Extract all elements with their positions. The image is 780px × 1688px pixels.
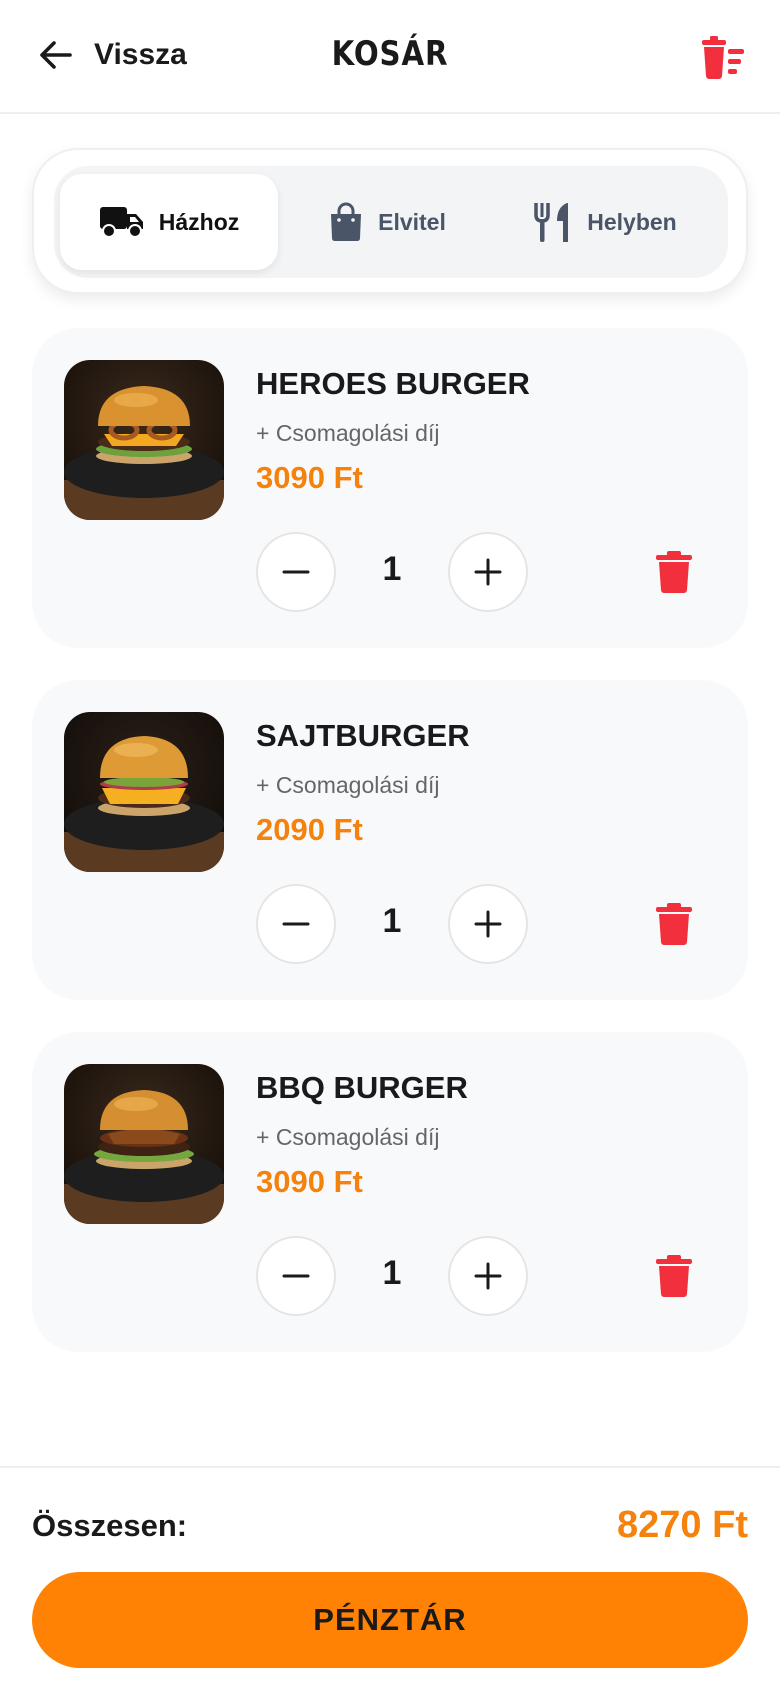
item-packaging-fee: + Csomagolási díj bbox=[256, 420, 440, 446]
order-mode-selector: Házhoz Elvitel Helyben bbox=[32, 148, 748, 294]
item-name: BBQ BURGER bbox=[256, 1070, 468, 1105]
increase-quantity-button[interactable] bbox=[448, 884, 528, 964]
total-value: 8270 Ft bbox=[617, 1504, 748, 1546]
tab-elvitel[interactable]: Elvitel bbox=[278, 174, 496, 270]
truck-icon bbox=[99, 207, 143, 238]
order-mode-track: Házhoz Elvitel Helyben bbox=[54, 166, 728, 278]
decrease-quantity-button[interactable] bbox=[256, 1236, 336, 1316]
utensils-icon bbox=[534, 203, 569, 242]
tab-helyben-label: Helyben bbox=[587, 208, 677, 235]
item-price: 2090 Ft bbox=[256, 812, 363, 847]
page-title: KOSÁR bbox=[331, 34, 449, 74]
minus-icon bbox=[282, 570, 310, 574]
item-packaging-fee: + Csomagolási díj bbox=[256, 772, 440, 798]
plus-icon bbox=[474, 910, 502, 938]
cart-item: HEROES BURGER + Csomagolási díj 3090 Ft … bbox=[32, 328, 748, 648]
product-image bbox=[64, 712, 224, 872]
tab-hazhoz-label: Házhoz bbox=[158, 208, 240, 235]
minus-icon bbox=[282, 1274, 310, 1278]
cart-item-list: HEROES BURGER + Csomagolási díj 3090 Ft … bbox=[32, 328, 748, 1384]
item-packaging-fee: + Csomagolási díj bbox=[256, 1124, 440, 1150]
clear-cart-icon[interactable] bbox=[700, 36, 746, 82]
trash-icon[interactable] bbox=[654, 1254, 694, 1298]
checkout-footer: Összesen: 8270 Ft PÉNZTÁR bbox=[0, 1466, 780, 1688]
increase-quantity-button[interactable] bbox=[448, 532, 528, 612]
item-price: 3090 Ft bbox=[256, 460, 363, 495]
decrease-quantity-button[interactable] bbox=[256, 884, 336, 964]
quantity-value: 1 bbox=[382, 550, 402, 588]
decrease-quantity-button[interactable] bbox=[256, 532, 336, 612]
tab-helyben[interactable]: Helyben bbox=[496, 174, 714, 270]
cart-item: SAJTBURGER + Csomagolási díj 2090 Ft 1 bbox=[32, 680, 748, 1000]
shopping-bag-icon bbox=[331, 202, 362, 241]
total-label: Összesen: bbox=[32, 1508, 188, 1543]
tab-elvitel-label: Elvitel bbox=[378, 208, 446, 235]
trash-icon[interactable] bbox=[654, 550, 694, 594]
trash-icon[interactable] bbox=[654, 902, 694, 946]
item-name: HEROES BURGER bbox=[256, 366, 530, 401]
header: Vissza KOSÁR bbox=[0, 0, 780, 114]
checkout-button[interactable]: PÉNZTÁR bbox=[32, 1572, 748, 1668]
minus-icon bbox=[282, 922, 310, 926]
product-image bbox=[64, 360, 224, 520]
plus-icon bbox=[474, 1262, 502, 1290]
plus-icon bbox=[474, 558, 502, 586]
cart-item: BBQ BURGER + Csomagolási díj 3090 Ft 1 bbox=[32, 1032, 748, 1352]
product-image bbox=[64, 1064, 224, 1224]
tab-hazhoz[interactable]: Házhoz bbox=[60, 174, 278, 270]
quantity-value: 1 bbox=[382, 902, 402, 940]
item-price: 3090 Ft bbox=[256, 1164, 363, 1199]
increase-quantity-button[interactable] bbox=[448, 1236, 528, 1316]
item-name: SAJTBURGER bbox=[256, 718, 470, 753]
quantity-value: 1 bbox=[382, 1254, 402, 1292]
